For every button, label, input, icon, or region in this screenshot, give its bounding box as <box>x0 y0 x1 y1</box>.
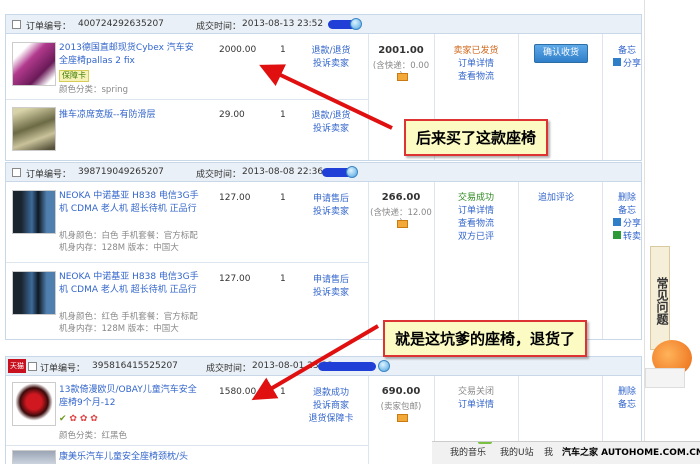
me-link[interactable]: 我 <box>544 442 553 464</box>
bottom-toolbar: 我的音乐 我的U站 我 汽车之家 AUTOHOME.COM.CN <box>432 441 700 464</box>
arrow-to-cybex <box>259 64 393 130</box>
callout-bottom: 就是这坑爹的座椅，退货了 <box>383 320 588 357</box>
annotation-arrows <box>251 64 393 401</box>
callout-top: 后来买了这款座椅 <box>404 119 549 156</box>
music-link[interactable]: 我的音乐 <box>450 442 486 464</box>
ustation-link[interactable]: 我的U站 <box>500 442 534 464</box>
watermark: 汽车之家 AUTOHOME.COM.CN <box>562 448 700 458</box>
mascot-laptop-icon <box>645 368 685 388</box>
arrow-to-obay <box>251 324 380 401</box>
faq-widget[interactable]: 常见问题 <box>650 246 670 350</box>
